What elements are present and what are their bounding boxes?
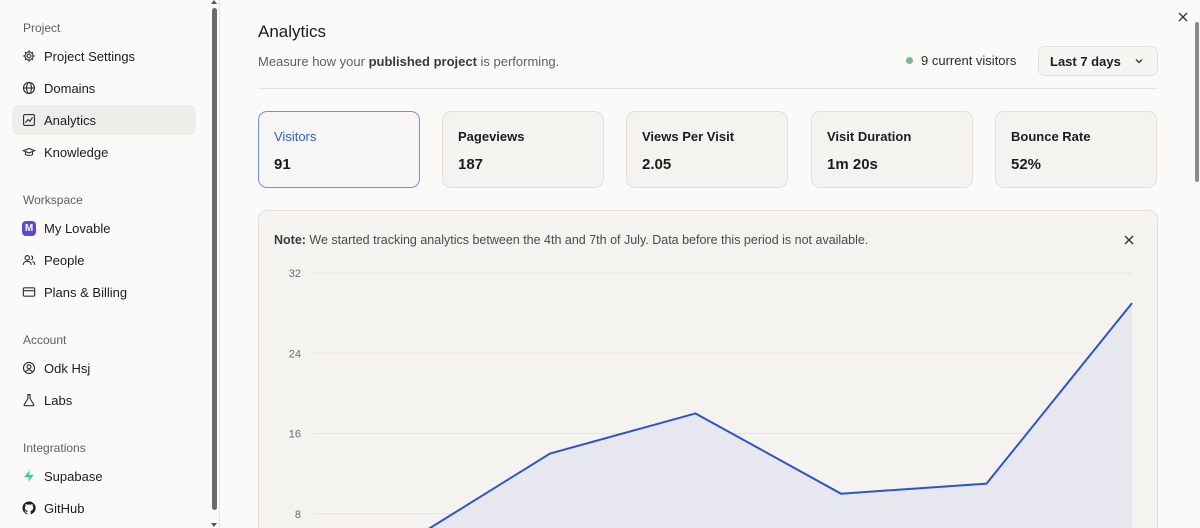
stat-label: Visitors [274,129,317,144]
people-icon [22,253,36,267]
flask-icon [22,393,36,407]
sidebar-item-label: Supabase [44,468,103,484]
y-tick-label: 32 [289,268,301,280]
close-note-icon[interactable] [1123,234,1135,246]
current-visitors-text: 9 current visitors [921,53,1017,68]
credit-card-icon [22,285,36,299]
sidebar-item-label: Labs [44,392,73,408]
current-visitors-indicator: 9 current visitors [906,53,1016,68]
stat-value: 52% [1011,156,1042,173]
sidebar-item-profile[interactable]: Odk Hsj [12,353,196,383]
sidebar-item-knowledge[interactable]: Knowledge [12,137,196,167]
sidebar-item-label: Domains [44,80,96,96]
stat-value: 91 [274,156,291,173]
stat-label: Views Per Visit [642,129,735,144]
sidebar-item-label: Analytics [44,112,97,128]
sidebar-item-label: My Lovable [44,220,111,236]
chart-card: 32 24 16 8 Note: We started tracking analyt… [258,210,1158,528]
sidebar-item-label: People [44,252,85,268]
github-icon [22,501,36,515]
stat-card-pageviews[interactable]: Pageviews 187 [442,111,604,188]
stat-card-bounce-rate[interactable]: Bounce Rate 52% [995,111,1157,188]
date-range-label: Last 7 days [1050,53,1121,69]
close-icon[interactable] [1176,10,1190,24]
sidebar-item-label: Knowledge [44,144,109,160]
live-dot-icon [906,57,913,64]
user-circle-icon [22,361,36,375]
sidebar-item-labs[interactable]: Labs [12,385,196,415]
gear-icon [22,49,36,63]
visitors-chart: 32 24 16 8 [289,268,1133,528]
sidebar-item-supabase[interactable]: Supabase [12,461,196,491]
globe-icon [22,81,36,95]
section-label-integrations: Integrations [23,441,86,455]
sidebar-scroll-up-icon[interactable] [211,0,217,4]
date-range-select[interactable]: Last 7 days [1038,46,1158,76]
workspace-badge-icon: M [22,220,36,236]
stat-card-visit-duration[interactable]: Visit Duration 1m 20s [811,111,973,188]
sidebar-item-analytics[interactable]: Analytics [12,105,196,135]
sidebar: Project Project Settings Domains Analyti… [0,0,209,528]
sidebar-item-plans-billing[interactable]: Plans & Billing [12,277,196,307]
stat-label: Visit Duration [827,129,912,144]
sidebar-scrollbar[interactable] [212,8,217,510]
sidebar-item-people[interactable]: People [12,245,196,275]
sidebar-item-my-lovable[interactable]: M My Lovable [12,213,196,243]
sidebar-item-github[interactable]: GitHub [12,493,196,523]
sidebar-divider [219,0,220,528]
sidebar-item-label: GitHub [44,500,85,516]
supabase-icon [22,469,36,483]
y-tick-label: 8 [295,509,301,521]
sidebar-item-domains[interactable]: Domains [12,73,196,103]
tracking-note: Note: We started tracking analytics betw… [274,233,869,247]
stat-value: 1m 20s [827,156,878,173]
main-scrollbar[interactable] [1195,22,1199,182]
series-area [430,303,1132,528]
stat-label: Pageviews [458,129,525,144]
page-subtitle: Measure how your published project is pe… [258,54,560,69]
y-tick-label: 16 [289,429,301,441]
sidebar-item-project-settings[interactable]: Project Settings [12,41,196,71]
sidebar-scroll-down-icon[interactable] [211,523,217,527]
page-title: Analytics [258,22,327,41]
y-tick-label: 24 [289,348,301,360]
analytics-icon [22,113,36,127]
chevron-down-icon [1135,59,1143,64]
stat-label: Bounce Rate [1011,129,1091,144]
stat-card-views-per-visit[interactable]: Views Per Visit 2.05 [626,111,788,188]
stat-card-visitors[interactable]: Visitors 91 [258,111,420,188]
sidebar-item-label: Odk Hsj [44,360,91,376]
sidebar-item-label: Project Settings [44,48,136,64]
header-divider [258,88,1158,89]
book-icon [22,145,36,159]
section-label-account: Account [23,333,67,347]
stat-value: 2.05 [642,156,672,173]
stat-value: 187 [458,156,484,173]
sidebar-item-label: Plans & Billing [44,284,128,300]
section-label-workspace: Workspace [23,193,83,207]
section-label-project: Project [23,21,61,35]
